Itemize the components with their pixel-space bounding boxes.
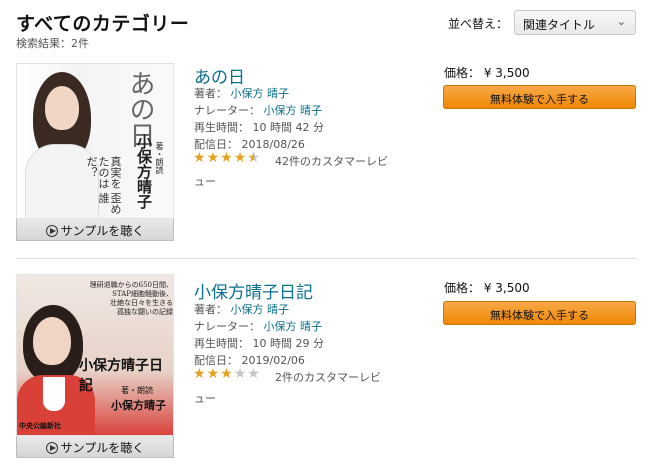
search-result-item: あの日 著・朗読 小保方晴子 真実を 歪めたのは 誰だ？ サンプルを聴く あの日…	[0, 61, 655, 256]
play-icon	[45, 225, 58, 237]
author-link[interactable]: 小保方 晴子	[231, 303, 290, 316]
cover-portrait-collar	[43, 377, 65, 411]
star-icon: ★	[220, 366, 234, 382]
cover-blurb-line: STAP細胞騒動後、	[112, 290, 173, 298]
star-icon: ★	[193, 150, 207, 166]
review-count-continued[interactable]: ュー	[194, 173, 216, 189]
sample-button[interactable]: サンプルを聴く	[16, 219, 174, 241]
star-rating[interactable]: ★★★★★	[193, 366, 261, 382]
sort-label: 並べ替え：	[448, 17, 509, 31]
star-icon: ★	[220, 150, 234, 166]
narrator-line: ナレーター： 小保方 晴子	[194, 318, 322, 334]
page-title: すべてのカテゴリー	[16, 13, 190, 35]
author-label: 著者：	[194, 303, 227, 316]
narrator-link[interactable]: 小保方 晴子	[264, 104, 323, 117]
free-trial-button[interactable]: 無料体験で入手する	[443, 301, 636, 325]
cover-blurb: 理研退職からの650日間、 STAP細胞騒動後、 壮絶な日々を生きる 孤独な闘い…	[77, 281, 173, 317]
author-line: 著者： 小保方 晴子	[194, 85, 289, 101]
result-count: 検索結果：2件	[16, 37, 89, 50]
review-count-link[interactable]: 42件のカスタマーレビ	[275, 153, 388, 169]
sample-button[interactable]: サンプルを聴く	[16, 436, 174, 458]
author-link[interactable]: 小保方 晴子	[231, 87, 290, 100]
star-icon: ★	[233, 150, 248, 166]
cover-author-role: 著・朗読	[121, 386, 153, 395]
narrator-label: ナレーター：	[194, 104, 260, 117]
star-icon: ★	[193, 366, 207, 382]
cover-publisher: 中央公論新社	[19, 422, 61, 430]
duration: 再生時間： 10 時間 42 分	[194, 121, 324, 134]
cover-tagline: 真実を 歪めたのは 誰だ？	[85, 156, 122, 215]
narrator-line: ナレーター： 小保方 晴子	[194, 102, 322, 118]
review-count-link[interactable]: 2件のカスタマーレビ	[275, 369, 381, 385]
star-icon: ★	[206, 150, 221, 166]
cover-author: 小保方晴子	[135, 134, 153, 209]
sample-button-label: サンプルを聴く	[60, 224, 145, 238]
sort-dropdown[interactable]: 関連タイトル ⌄	[514, 10, 636, 35]
review-count-continued[interactable]: ュー	[194, 390, 216, 406]
duration: 再生時間： 10 時間 29 分	[194, 337, 324, 350]
empty-star-icon: ★	[247, 366, 261, 382]
author-line: 著者： 小保方 晴子	[194, 301, 289, 317]
star-icon: ★	[206, 366, 221, 382]
author-label: 著者：	[194, 87, 227, 100]
cover-portrait-face	[33, 317, 71, 365]
cover-blurb-line: 壮絶な日々を生きる	[110, 299, 173, 307]
half-star-icon: ★	[247, 150, 261, 166]
free-trial-button[interactable]: 無料体験で入手する	[443, 85, 636, 109]
narrator-link[interactable]: 小保方 晴子	[264, 320, 323, 333]
narrator-label: ナレーター：	[194, 320, 260, 333]
cover-portrait-face	[45, 86, 79, 130]
cover-blurb-line: 孤独な闘いの記録	[117, 308, 173, 316]
cover-author-role: 著・朗読	[155, 142, 164, 174]
divider	[16, 258, 636, 259]
search-result-item: 理研退職からの650日間、 STAP細胞騒動後、 壮絶な日々を生きる 孤独な闘い…	[0, 262, 655, 469]
book-cover[interactable]: 理研退職からの650日間、 STAP細胞騒動後、 壮絶な日々を生きる 孤独な闘い…	[16, 274, 174, 436]
chevron-down-icon: ⌄	[616, 15, 626, 28]
empty-star-icon: ★	[233, 366, 248, 382]
price: 価格： ¥ 3,500	[444, 66, 530, 80]
star-rating[interactable]: ★★★★★	[193, 150, 261, 166]
sort-selected-value: 関連タイトル	[523, 18, 596, 32]
price: 価格： ¥ 3,500	[444, 281, 530, 295]
book-cover[interactable]: あの日 著・朗読 小保方晴子 真実を 歪めたのは 誰だ？	[16, 63, 174, 219]
play-icon	[45, 442, 58, 454]
cover-blurb-line: 理研退職からの650日間、	[89, 281, 173, 289]
cover-author: 小保方晴子	[111, 399, 166, 412]
sample-button-label: サンプルを聴く	[60, 441, 145, 455]
book-title-link[interactable]: 小保方晴子日記	[194, 278, 313, 303]
